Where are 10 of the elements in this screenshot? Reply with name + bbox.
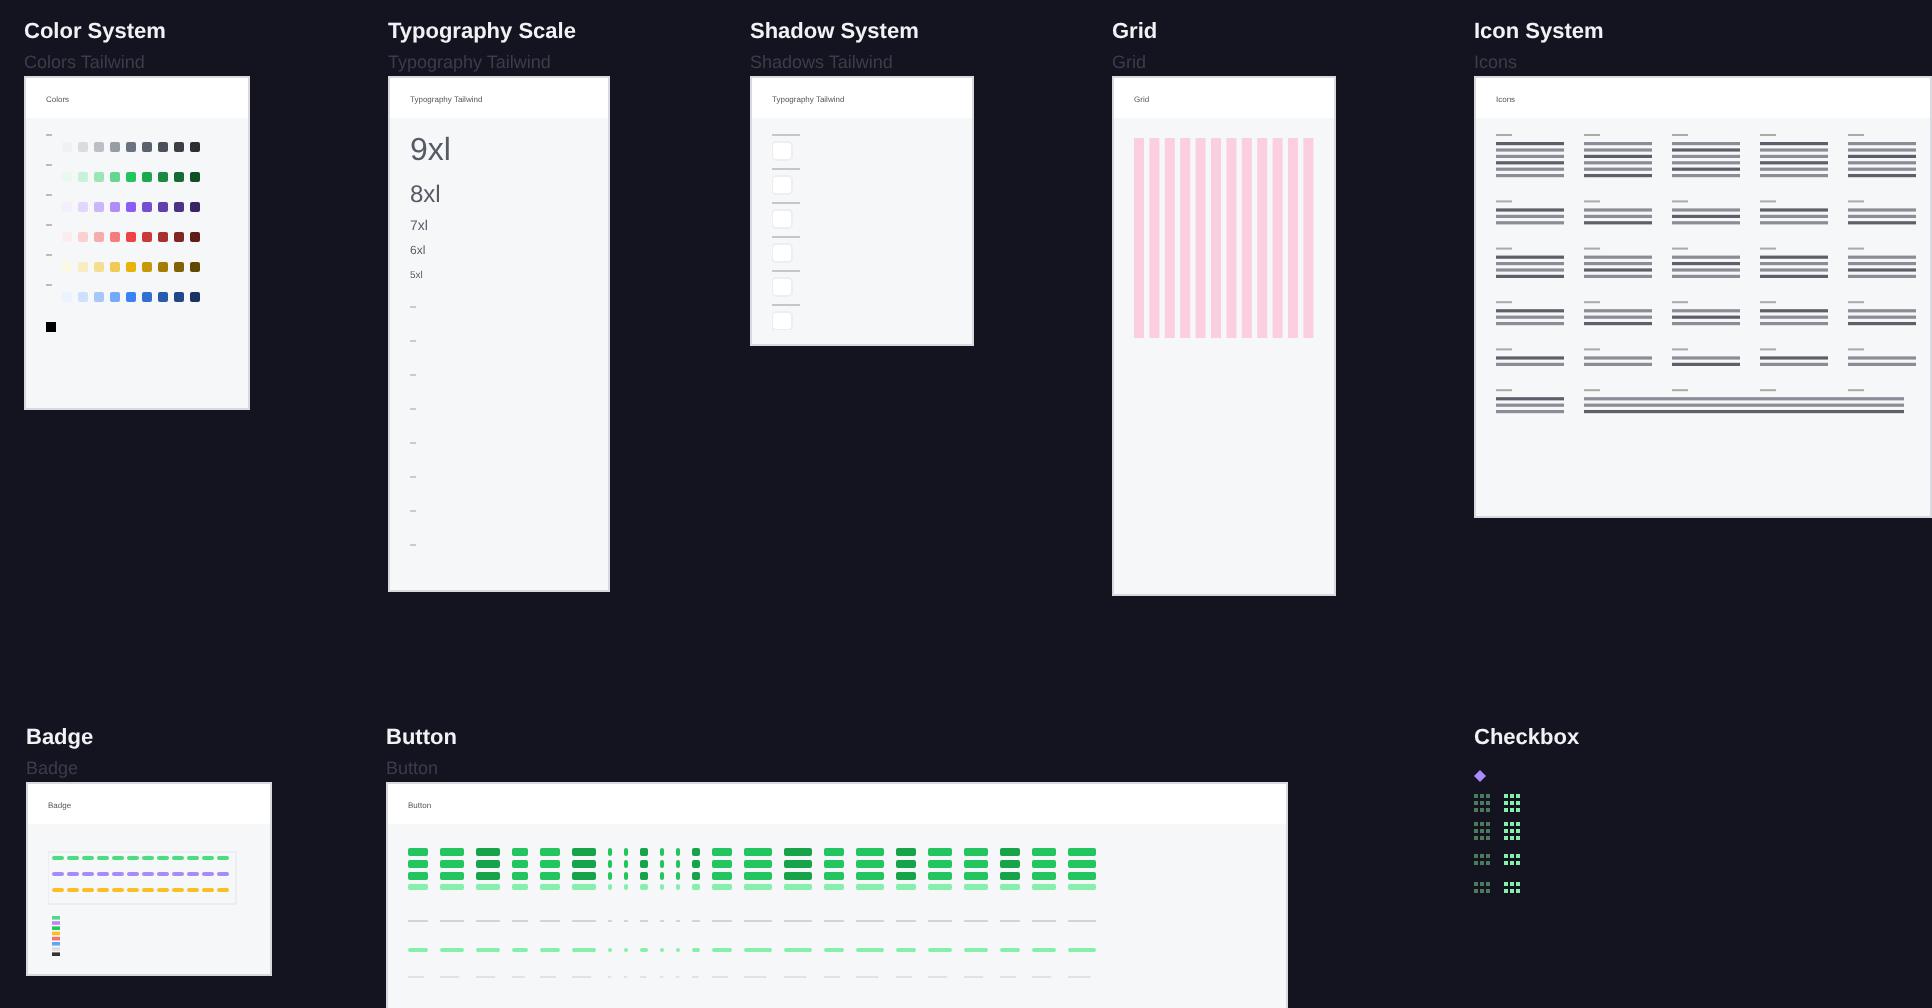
section-title: Shadow System: [750, 18, 921, 48]
section-title: Color System: [24, 18, 168, 48]
section-title: Button: [386, 724, 459, 754]
type-sample: 8xl: [410, 181, 441, 208]
section-title: Badge: [26, 724, 96, 754]
section-title: Grid: [1112, 18, 1160, 48]
type-sample: 9xl: [410, 134, 451, 170]
section-title: Typography Scale: [388, 18, 578, 48]
section-title: Icon System: [1474, 18, 1606, 48]
section-title: Checkbox: [1474, 724, 1582, 754]
